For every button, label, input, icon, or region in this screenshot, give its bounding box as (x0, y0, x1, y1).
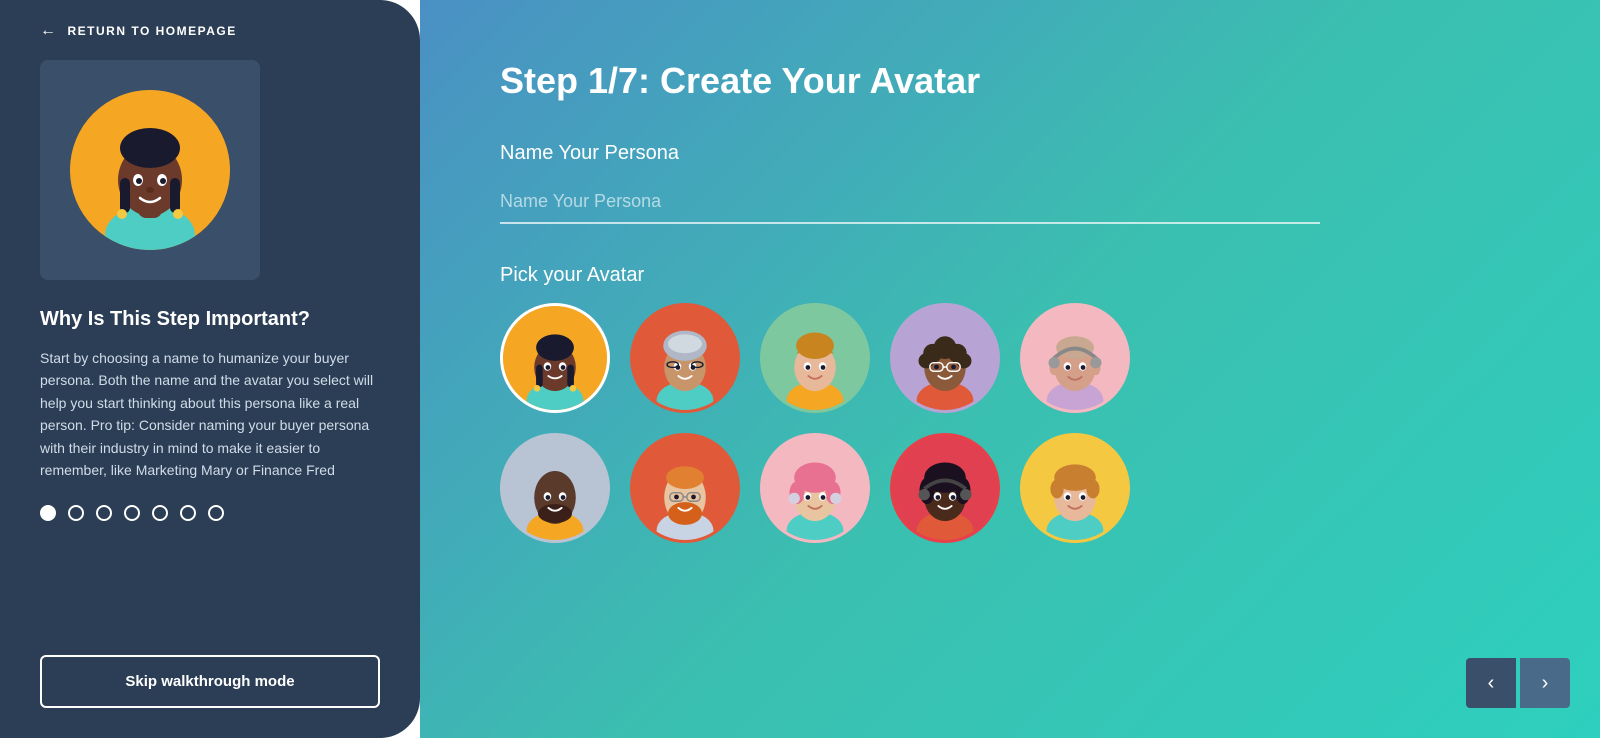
avatar-option-5[interactable] (1020, 303, 1130, 413)
avatar-option-9[interactable] (890, 433, 1000, 543)
avatar-section-label: Pick your Avatar (500, 264, 1520, 287)
step-dots (40, 505, 380, 541)
avatar-option-2[interactable] (630, 303, 740, 413)
dot-2[interactable] (68, 505, 84, 521)
current-avatar-circle (70, 90, 230, 250)
sidebar: ← RETURN TO HOMEPAGE (0, 0, 420, 738)
persona-name-input[interactable] (500, 181, 1320, 224)
avatar-option-6[interactable] (500, 433, 610, 543)
arrow-left-icon: ← (40, 22, 58, 40)
dot-3[interactable] (96, 505, 112, 521)
avatar-grid (500, 303, 1200, 543)
dot-4[interactable] (124, 505, 140, 521)
why-title: Why Is This Step Important? (40, 308, 380, 331)
main-content: Step 1/7: Create Your Avatar Name Your P… (420, 0, 1600, 738)
avatar-option-7[interactable] (630, 433, 740, 543)
avatar-option-8[interactable] (760, 433, 870, 543)
dot-7[interactable] (208, 505, 224, 521)
dot-5[interactable] (152, 505, 168, 521)
nav-arrows: ‹ › (1466, 658, 1570, 708)
persona-section-label: Name Your Persona (500, 142, 1520, 165)
avatar-option-3[interactable] (760, 303, 870, 413)
next-button[interactable]: › (1520, 658, 1570, 708)
avatar-option-10[interactable] (1020, 433, 1130, 543)
avatar-option-4[interactable] (890, 303, 1000, 413)
return-homepage-label: RETURN TO HOMEPAGE (68, 24, 237, 38)
return-homepage-link[interactable]: ← RETURN TO HOMEPAGE (40, 0, 380, 60)
dot-1[interactable] (40, 505, 56, 521)
skip-walkthrough-button[interactable]: Skip walkthrough mode (40, 655, 380, 708)
dot-6[interactable] (180, 505, 196, 521)
prev-button[interactable]: ‹ (1466, 658, 1516, 708)
current-avatar-box (40, 60, 260, 280)
why-text: Start by choosing a name to humanize you… (40, 347, 380, 481)
avatar-option-1[interactable] (500, 303, 610, 413)
step-title: Step 1/7: Create Your Avatar (500, 60, 1520, 102)
